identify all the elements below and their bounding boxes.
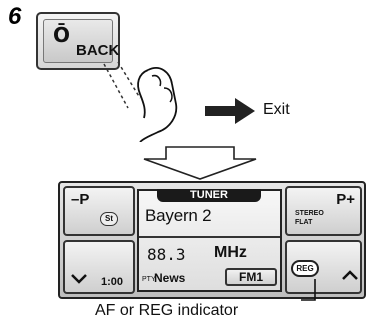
indicator-leader-line	[301, 279, 316, 301]
indicator-caption: AF or REG indicator	[95, 302, 239, 319]
